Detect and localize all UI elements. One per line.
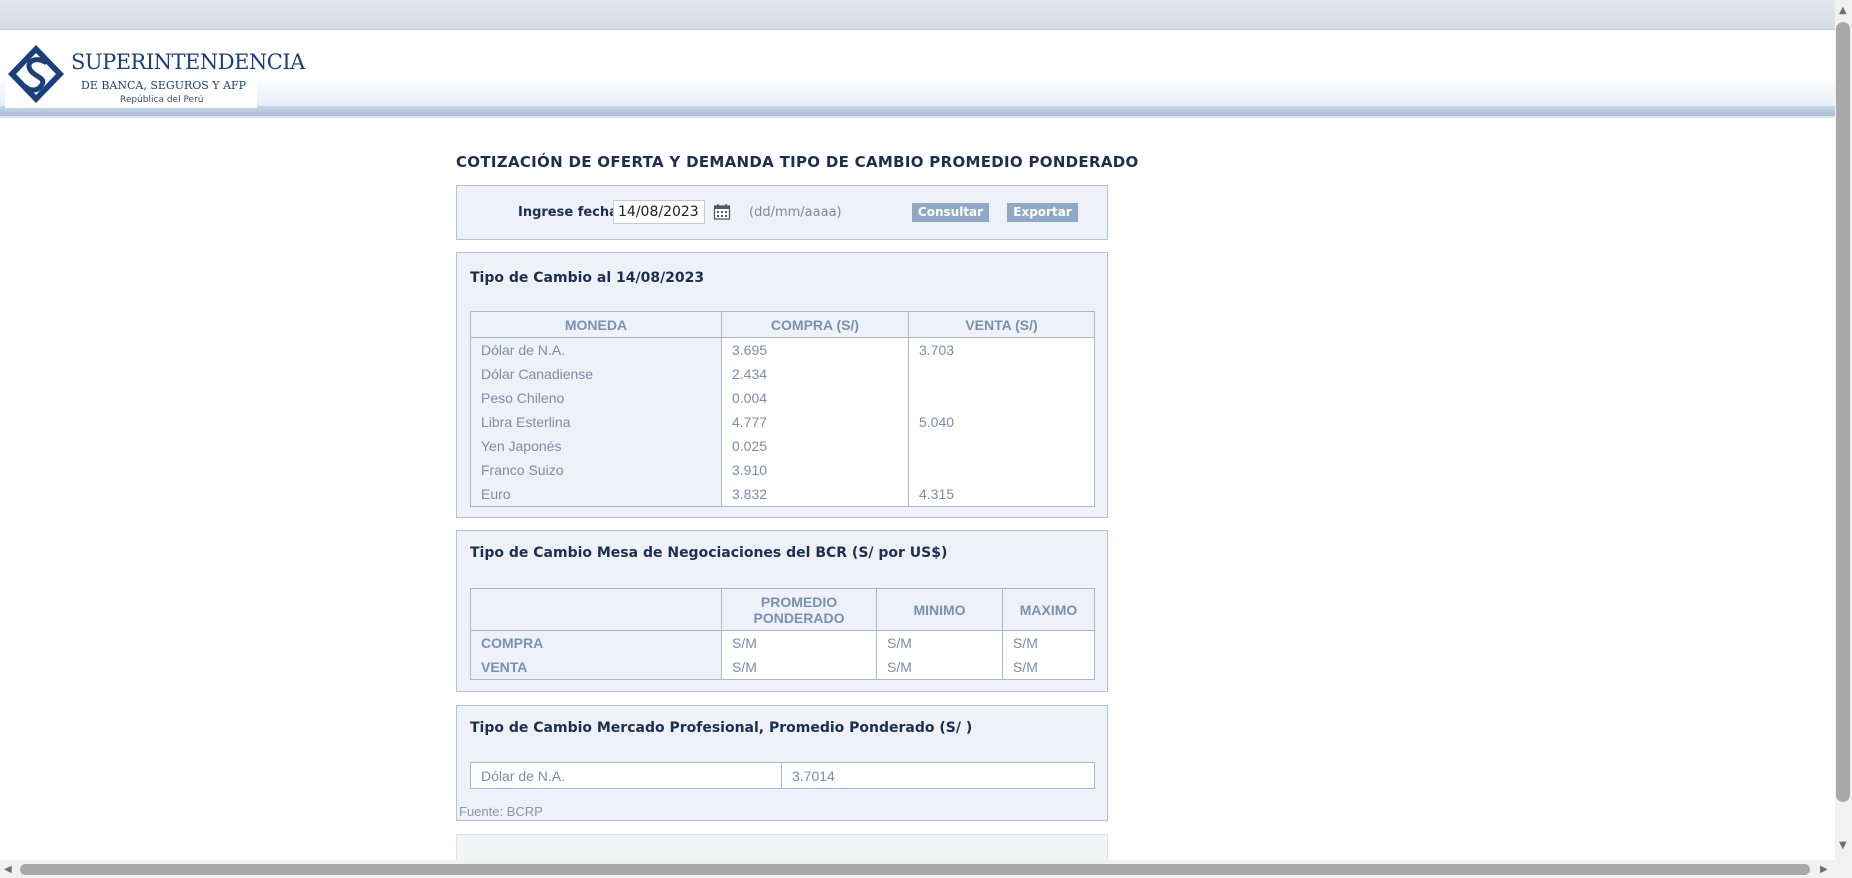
table-row: VENTA S/M S/M S/M <box>470 655 1095 680</box>
column-header-blank <box>470 588 722 631</box>
column-header-promedio: PROMEDIO PONDERADO <box>721 588 877 631</box>
sell-value: 3.703 <box>908 337 1095 362</box>
table-header-row: MONEDA COMPRA (S/) VENTA (S/) <box>470 311 1095 338</box>
scroll-up-arrow-icon[interactable]: ▲ <box>1839 6 1847 16</box>
buy-value: 3.832 <box>721 482 909 507</box>
currency-name: Franco Suizo <box>470 458 722 482</box>
professional-panel-title: Tipo de Cambio Mercado Profesional, Prom… <box>470 720 973 736</box>
site-header <box>0 30 1835 118</box>
row-label-venta: VENTA <box>470 655 722 680</box>
bcr-table: PROMEDIO PONDERADO MINIMO MAXIMO COMPRA … <box>470 588 1095 680</box>
currency-name: Dólar de N.A. <box>470 337 722 362</box>
row-label-compra: COMPRA <box>470 630 722 655</box>
logo-title: SUPERINTENDENCIA <box>71 50 305 74</box>
column-header-minimo: MINIMO <box>876 588 1003 631</box>
column-header-venta: VENTA (S/) <box>908 311 1095 338</box>
sell-value <box>908 362 1095 386</box>
browser-top-bar <box>0 0 1835 30</box>
table-header-row: PROMEDIO PONDERADO MINIMO MAXIMO <box>470 588 1095 631</box>
exchange-rate-panel: Tipo de Cambio al 14/08/2023 MONEDA COMP… <box>456 252 1108 518</box>
source-note: Fuente: BCRP <box>459 804 543 819</box>
calendar-icon[interactable] <box>713 203 731 221</box>
header-divider <box>0 106 1835 116</box>
promedio-value: S/M <box>721 630 877 655</box>
exchange-panel-title: Tipo de Cambio al 14/08/2023 <box>470 270 705 286</box>
sell-value: 5.040 <box>908 410 1095 434</box>
currency-name: Yen Japonés <box>470 434 722 458</box>
professional-market-panel: Tipo de Cambio Mercado Profesional, Prom… <box>456 705 1108 821</box>
date-form-panel: Ingrese fecha: (dd/mm/aaaa) Consultar Ex… <box>456 185 1108 240</box>
date-format-hint: (dd/mm/aaaa) <box>749 205 842 220</box>
buy-value: 0.025 <box>721 434 909 458</box>
sbs-logo[interactable]: SUPERINTENDENCIA DE BANCA, SEGUROS Y AFP… <box>5 42 305 108</box>
currency-name: Dólar Canadiense <box>470 362 722 386</box>
consult-button[interactable]: Consultar <box>912 203 989 222</box>
buy-value: 3.910 <box>721 458 909 482</box>
scroll-down-arrow-icon[interactable]: ▼ <box>1839 841 1847 851</box>
exchange-rate-table: MONEDA COMPRA (S/) VENTA (S/) Dólar de N… <box>470 311 1095 507</box>
sell-value <box>908 434 1095 458</box>
table-row: COMPRA S/M S/M S/M <box>470 630 1095 655</box>
vertical-scroll-thumb[interactable] <box>1836 22 1850 802</box>
export-button[interactable]: Exportar <box>1007 203 1078 222</box>
minimo-value: S/M <box>876 630 1003 655</box>
table-row: Euro 3.832 4.315 <box>470 482 1095 507</box>
scroll-right-arrow-icon[interactable]: ▶ <box>1820 865 1828 875</box>
weighted-value: 3.7014 <box>781 762 1095 789</box>
table-row: Franco Suizo 3.910 <box>470 458 1095 482</box>
table-row: Libra Esterlina 4.777 5.040 <box>470 410 1095 434</box>
sell-value <box>908 386 1095 410</box>
maximo-value: S/M <box>1002 655 1095 680</box>
table-row: Peso Chileno 0.004 <box>470 386 1095 410</box>
currency-name: Peso Chileno <box>470 386 722 410</box>
logo-country: República del Perú <box>120 95 204 105</box>
currency-name: Euro <box>470 482 722 507</box>
scroll-left-arrow-icon[interactable]: ◀ <box>4 865 12 875</box>
buy-value: 2.434 <box>721 362 909 386</box>
bcr-panel-title: Tipo de Cambio Mesa de Negociaciones del… <box>470 545 948 561</box>
sell-value <box>908 458 1095 482</box>
sell-value: 4.315 <box>908 482 1095 507</box>
column-header-moneda: MONEDA <box>470 311 722 338</box>
column-header-compra: COMPRA (S/) <box>721 311 909 338</box>
professional-table: Dólar de N.A. 3.7014 <box>470 762 1095 789</box>
minimo-value: S/M <box>876 655 1003 680</box>
buy-value: 0.004 <box>721 386 909 410</box>
buy-value: 3.695 <box>721 337 909 362</box>
currency-name: Libra Esterlina <box>470 410 722 434</box>
table-row: Dólar Canadiense 2.434 <box>470 362 1095 386</box>
logo-subtitle: DE BANCA, SEGUROS Y AFP <box>81 79 247 92</box>
currency-name: Dólar de N.A. <box>470 762 782 789</box>
sbs-logo-icon <box>8 45 64 103</box>
table-row: Yen Japonés 0.025 <box>470 434 1095 458</box>
maximo-value: S/M <box>1002 630 1095 655</box>
date-label: Ingrese fecha: <box>518 205 624 220</box>
table-row: Dólar de N.A. 3.695 3.703 <box>470 337 1095 362</box>
date-input[interactable] <box>613 200 705 224</box>
column-header-maximo: MAXIMO <box>1002 588 1095 631</box>
promedio-value: S/M <box>721 655 877 680</box>
table-row: Dólar de N.A. 3.7014 <box>470 762 1095 789</box>
buy-value: 4.777 <box>721 410 909 434</box>
page-title: COTIZACIÓN DE OFERTA Y DEMANDA TIPO DE C… <box>456 153 1139 171</box>
horizontal-scroll-thumb[interactable] <box>20 864 1810 875</box>
bcr-panel: Tipo de Cambio Mesa de Negociaciones del… <box>456 530 1108 692</box>
